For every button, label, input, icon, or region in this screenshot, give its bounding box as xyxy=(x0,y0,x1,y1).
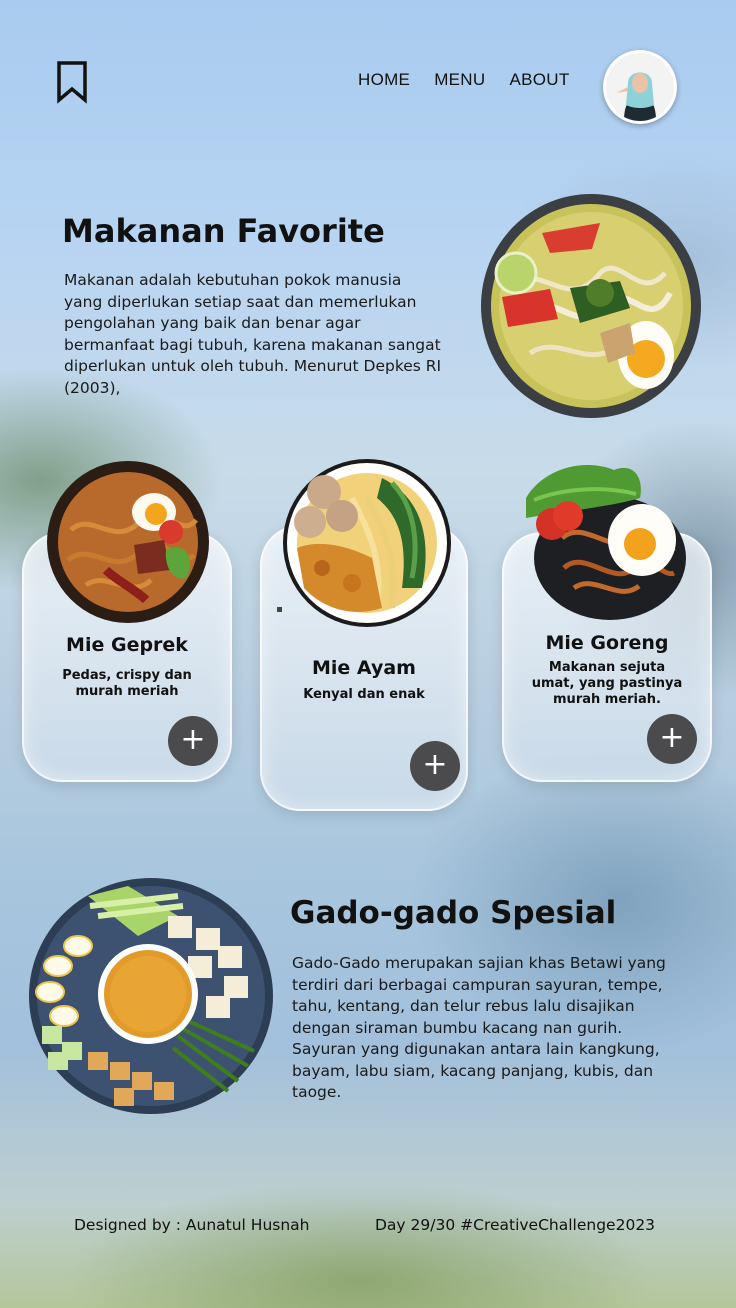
nav-home-link[interactable]: HOME xyxy=(358,70,410,90)
avatar-person-icon xyxy=(606,53,674,121)
footer-challenge: Day 29/30 #CreativeChallenge2023 xyxy=(375,1216,656,1234)
decoration-dot xyxy=(277,607,282,612)
footer-designer: Designed by : Aunatul Husnah xyxy=(74,1216,310,1234)
mie-ayam-bowl-image xyxy=(283,459,451,627)
bookmark-icon[interactable] xyxy=(56,60,88,104)
gado-gado-plate-image xyxy=(29,878,273,1114)
card-title: Mie Geprek xyxy=(66,634,188,656)
feature-description: Gado-Gado merupakan sajian khas Betawi y… xyxy=(292,954,666,1101)
add-button[interactable]: + xyxy=(647,714,697,764)
card-title: Mie Ayam xyxy=(312,657,416,679)
avatar[interactable] xyxy=(603,50,677,124)
card-title: Mie Goreng xyxy=(545,632,669,654)
feature-title: Gado-gado Spesial xyxy=(290,895,617,931)
main-nav: HOME MENU ABOUT xyxy=(358,70,570,90)
add-button[interactable]: + xyxy=(410,741,460,791)
hero-description: Makanan adalah kebutuhan pokok manusia y… xyxy=(64,271,442,397)
mie-geprek-bowl-image xyxy=(47,461,209,623)
hero-title: Makanan Favorite xyxy=(62,212,385,250)
add-button[interactable]: + xyxy=(168,716,218,766)
card-description: Kenyal dan enak xyxy=(303,687,425,702)
nav-menu-link[interactable]: MENU xyxy=(434,70,485,90)
card-description: Pedas, crispy dan murah meriah xyxy=(62,668,192,699)
mie-goreng-plate-image xyxy=(526,465,686,620)
soto-bowl-image xyxy=(481,194,701,418)
card-description: Makanan sejuta umat, yang pastinya murah… xyxy=(531,660,683,707)
nav-about-link[interactable]: ABOUT xyxy=(509,70,569,90)
